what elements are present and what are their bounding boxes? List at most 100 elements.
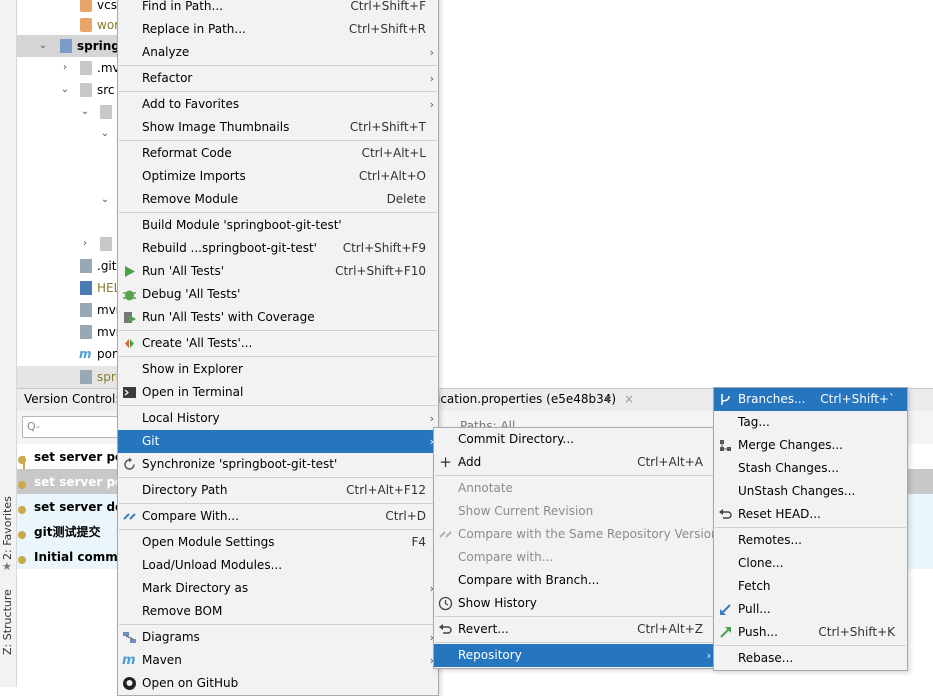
- chevron-right-icon[interactable]: ›: [59, 62, 71, 74]
- menu-item-revert[interactable]: Revert... Ctrl+Alt+Z: [434, 618, 715, 641]
- menu-item-push[interactable]: Push... Ctrl+Shift+K: [714, 621, 907, 644]
- menu-item-stash-changes[interactable]: Stash Changes...: [714, 457, 907, 480]
- chevron-down-icon[interactable]: ⌄: [59, 84, 71, 96]
- menu-separator: [119, 529, 437, 530]
- menu-item-pull[interactable]: Pull...: [714, 598, 907, 621]
- tree-row[interactable]: ⌄: [17, 101, 117, 123]
- submenu-arrow-icon: ›: [429, 98, 434, 111]
- chevron-down-icon[interactable]: ⌄: [99, 194, 111, 206]
- menu-item-synchronize[interactable]: Synchronize 'springboot-git-test': [118, 453, 438, 476]
- menu-item-add-to-favorites[interactable]: Add to Favorites ›: [118, 93, 438, 116]
- menu-item-shortcut: Ctrl+Shift+F10: [335, 264, 426, 278]
- tree-row-label: src: [97, 83, 115, 97]
- tree-row[interactable]: ⌄: [17, 189, 117, 211]
- tree-row[interactable]: .giti: [17, 255, 117, 277]
- menu-item-load-unload-modules[interactable]: Load/Unload Modules...: [118, 554, 438, 577]
- compare-icon: [439, 531, 452, 538]
- menu-item-run-with-coverage[interactable]: Run 'All Tests' with Coverage: [118, 306, 438, 329]
- git-submenu: Commit Directory... + Add Ctrl+Alt+A Anno…: [433, 427, 719, 669]
- menu-item-add[interactable]: + Add Ctrl+Alt+A: [434, 451, 715, 474]
- commit-row[interactable]: git测试提交: [17, 520, 118, 545]
- close-icon[interactable]: ×: [624, 392, 634, 406]
- menu-item-optimize-imports[interactable]: Optimize Imports Ctrl+Alt+O: [118, 165, 438, 188]
- commit-row[interactable]: set server defa: [17, 495, 118, 520]
- menu-item-debug-all-tests[interactable]: Debug 'All Tests': [118, 283, 438, 306]
- tree-row[interactable]: HEL: [17, 277, 117, 299]
- menu-item-diagrams[interactable]: Diagrams ›: [118, 626, 438, 649]
- menu-item-local-history[interactable]: Local History ›: [118, 407, 438, 430]
- sync-icon: [124, 457, 135, 470]
- menu-item-build-module[interactable]: Build Module 'springboot-git-test': [118, 214, 438, 237]
- menu-item-compare-same-repo-version[interactable]: Compare with the Same Repository Version: [434, 523, 719, 546]
- menu-item-replace-in-path[interactable]: Replace in Path... Ctrl+Shift+R: [118, 18, 438, 41]
- menu-item-show-image-thumbnails[interactable]: Show Image Thumbnails Ctrl+Shift+T: [118, 116, 438, 139]
- menu-item-compare-with[interactable]: Compare With... Ctrl+D: [118, 505, 438, 528]
- menu-item-tag[interactable]: Tag...: [714, 411, 907, 434]
- tree-row[interactable]: ⌄: [17, 123, 117, 145]
- tree-row-module[interactable]: ⌄ springb: [17, 35, 117, 57]
- tree-row[interactable]: mvr: [17, 321, 117, 343]
- menu-item-reset-head[interactable]: Reset HEAD...: [714, 503, 907, 526]
- menu-item-label: Mark Directory as: [142, 581, 249, 595]
- tree-row[interactable]: mvr: [17, 299, 117, 321]
- tree-row-label: HEL: [97, 281, 117, 295]
- tree-row[interactable]: wor: [17, 14, 117, 36]
- commit-row[interactable]: Initial commit: [17, 545, 118, 570]
- menu-item-label: Debug 'All Tests': [142, 287, 241, 301]
- menu-item-compare-with-branch[interactable]: Compare with Branch...: [434, 569, 715, 592]
- menu-item-shortcut: Ctrl+Shift+F: [350, 0, 426, 13]
- menu-item-open-on-github[interactable]: Open on GitHub: [118, 672, 438, 695]
- commit-row[interactable]: set server port: [17, 470, 118, 495]
- menu-item-repository[interactable]: Repository ›: [434, 644, 715, 667]
- tree-row[interactable]: sprii: [17, 366, 117, 388]
- menu-item-annotate[interactable]: Annotate: [434, 477, 715, 500]
- menu-item-remove-bom[interactable]: Remove BOM: [118, 600, 438, 623]
- menu-item-remotes[interactable]: Remotes...: [714, 529, 907, 552]
- menu-item-rebuild-module[interactable]: Rebuild ...springboot-git-test' Ctrl+Shif…: [118, 237, 438, 260]
- menu-item-remove-module[interactable]: Remove Module Delete: [118, 188, 438, 211]
- menu-item-analyze[interactable]: Analyze ›: [118, 41, 438, 64]
- menu-item-label: Local History: [142, 411, 220, 425]
- menu-item-mark-directory-as[interactable]: Mark Directory as ›: [118, 577, 438, 600]
- commit-message: set server port: [34, 450, 118, 464]
- menu-item-branches[interactable]: Branches... Ctrl+Shift+`: [714, 388, 907, 411]
- commit-row[interactable]: set server port: [17, 445, 118, 470]
- menu-item-fetch[interactable]: Fetch: [714, 575, 907, 598]
- menu-item-compare-with[interactable]: Compare with...: [434, 546, 715, 569]
- menu-item-directory-path[interactable]: Directory Path Ctrl+Alt+F12: [118, 479, 438, 502]
- menu-item-unstash-changes[interactable]: UnStash Changes...: [714, 480, 907, 503]
- menu-item-find-in-path[interactable]: Find in Path... Ctrl+Shift+F: [118, 0, 438, 18]
- menu-item-rebase[interactable]: Rebase...: [714, 647, 907, 670]
- search-input[interactable]: Q-: [22, 416, 124, 438]
- menu-item-show-in-explorer[interactable]: Show in Explorer: [118, 358, 438, 381]
- tree-row[interactable]: ›: [17, 233, 117, 255]
- menu-item-clone[interactable]: Clone...: [714, 552, 907, 575]
- tree-row[interactable]: m pon: [17, 343, 117, 365]
- menu-item-shortcut: Ctrl+Shift+F9: [342, 241, 426, 255]
- menu-item-show-history[interactable]: Show History: [434, 592, 715, 615]
- menu-item-refactor[interactable]: Refactor ›: [118, 67, 438, 90]
- menu-item-merge-changes[interactable]: Merge Changes...: [714, 434, 907, 457]
- menu-item-open-module-settings[interactable]: Open Module Settings F4: [118, 531, 438, 554]
- menu-item-reformat-code[interactable]: Reformat Code Ctrl+Alt+L: [118, 142, 438, 165]
- chevron-down-icon[interactable]: ⌄: [79, 106, 91, 118]
- menu-item-maven[interactable]: m Maven ›: [118, 649, 438, 672]
- tree-row[interactable]: › .mvi: [17, 57, 117, 79]
- menu-item-commit-directory[interactable]: Commit Directory...: [434, 428, 715, 451]
- menu-item-create-all-tests[interactable]: Create 'All Tests'...: [118, 332, 438, 355]
- menu-item-show-current-revision[interactable]: Show Current Revision: [434, 500, 715, 523]
- chevron-down-icon[interactable]: ⌄: [99, 128, 111, 140]
- menu-item-open-in-terminal[interactable]: Open in Terminal: [118, 381, 438, 404]
- menu-item-git[interactable]: Git ›: [118, 430, 438, 453]
- chevron-right-icon[interactable]: ›: [79, 238, 91, 250]
- chevron-down-icon[interactable]: ⌄: [37, 40, 49, 52]
- menu-item-run-all-tests[interactable]: Run 'All Tests' Ctrl+Shift+F10: [118, 260, 438, 283]
- text-file-icon: [80, 325, 92, 339]
- dropdown-icon[interactable]: ▾: [605, 392, 611, 406]
- menu-item-shortcut: Ctrl+Shift+R: [348, 22, 426, 36]
- tree-row[interactable]: ⌄ src: [17, 79, 117, 101]
- menu-item-label: Remove BOM: [142, 604, 223, 618]
- menu-item-label: Reformat Code: [142, 146, 232, 160]
- favorites-tab[interactable]: 2: Favorites: [1, 496, 14, 560]
- structure-tab[interactable]: Z: Structure: [1, 589, 14, 655]
